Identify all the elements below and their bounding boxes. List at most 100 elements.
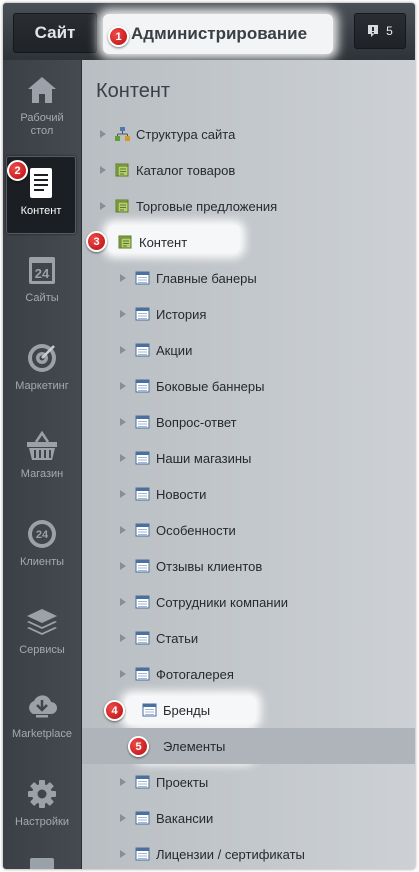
infoblock-icon xyxy=(135,379,150,393)
sidebar-item-sites[interactable]: 24 Сайты xyxy=(3,242,81,322)
infoblock-icon xyxy=(142,703,157,717)
tree-item-label: Новости xyxy=(156,486,207,502)
sidebar-more-icon xyxy=(30,858,54,869)
tree-item[interactable]: Сотрудники компании xyxy=(82,584,415,620)
infoblock-icon xyxy=(135,811,150,825)
infoblock-icon xyxy=(135,523,150,537)
document-icon xyxy=(30,168,52,198)
sidebar-item-label: Клиенты xyxy=(19,556,65,568)
tree-item[interactable]: Проекты xyxy=(82,764,415,800)
infoblock-icon xyxy=(135,451,150,465)
callout-badge: 1 xyxy=(108,26,129,47)
callout-badge: 3 xyxy=(86,231,107,252)
sidebar-item-settings[interactable]: Настройки xyxy=(3,766,81,846)
expand-arrow-icon[interactable] xyxy=(120,346,126,354)
svg-text:24: 24 xyxy=(35,266,50,281)
tree-item[interactable]: Акции xyxy=(82,332,415,368)
notifications-button[interactable]: 5 xyxy=(354,13,406,49)
sidebar-item-label: Сервисы xyxy=(19,644,65,656)
infoblock-icon xyxy=(135,667,150,681)
expand-arrow-icon[interactable] xyxy=(120,598,126,606)
tree-item-label: Боковые баннеры xyxy=(156,378,265,394)
expand-arrow-icon[interactable] xyxy=(120,418,126,426)
tree-item[interactable]: Боковые баннеры xyxy=(82,368,415,404)
sidebar-item-services[interactable]: Сервисы xyxy=(3,594,81,674)
tree-item-label: Главные банеры xyxy=(156,270,257,286)
infoblock-icon xyxy=(135,487,150,501)
page-title: Контент xyxy=(96,80,171,102)
tree-item-label: Сотрудники компании xyxy=(156,594,288,610)
left-sidebar: Рабочий стол Контент 24 Сайты Маркетинг … xyxy=(3,60,82,869)
sidebar-item-marketing[interactable]: Маркетинг xyxy=(3,330,81,410)
notification-icon xyxy=(368,25,379,37)
expand-arrow-icon[interactable] xyxy=(120,562,126,570)
tree-item[interactable]: Новости xyxy=(82,476,415,512)
expand-arrow-icon[interactable] xyxy=(120,634,126,642)
layers-icon xyxy=(27,609,57,635)
infoblock-icon xyxy=(135,595,150,609)
sidebar-item-clients[interactable]: 24 Клиенты xyxy=(3,506,81,586)
expand-arrow-icon[interactable] xyxy=(120,382,126,390)
callout-badge: 4 xyxy=(104,700,125,721)
tree-item[interactable]: Статьи xyxy=(82,620,415,656)
tree-item[interactable]: Бренды xyxy=(82,692,415,728)
tree-item[interactable]: Отзывы клиентов xyxy=(82,548,415,584)
notifications-count: 5 xyxy=(386,24,393,38)
sidebar-item-shop[interactable]: Магазин xyxy=(3,418,81,498)
tree-item[interactable]: Главные банеры xyxy=(82,260,415,296)
expand-arrow-icon[interactable] xyxy=(120,850,126,858)
catalog-icon xyxy=(118,235,132,249)
sidebar-item-label: Рабочий стол xyxy=(20,112,64,137)
expand-arrow-icon[interactable] xyxy=(120,814,126,822)
infoblock-icon xyxy=(135,307,150,321)
tree-item[interactable]: Фотогалерея xyxy=(82,656,415,692)
tree-item-label: Структура сайта xyxy=(136,126,236,142)
tree-item[interactable]: Каталог товаров xyxy=(82,152,415,188)
admin-window: Сайт Администрирование 5 Рабочий стол Ко… xyxy=(3,3,415,869)
tree-item-label: Элементы xyxy=(163,738,226,754)
sidebar-item-marketplace[interactable]: Marketplace xyxy=(3,678,81,758)
target-icon xyxy=(28,344,56,372)
tree-item[interactable]: История xyxy=(82,296,415,332)
expand-arrow-icon[interactable] xyxy=(100,202,106,210)
tree-item-label: Особенности xyxy=(156,522,236,538)
infoblock-icon xyxy=(135,415,150,429)
sidebar-item-desktop[interactable]: Рабочий стол xyxy=(3,62,81,142)
tree-item-label: Проекты xyxy=(156,774,209,790)
tree-item[interactable]: Особенности xyxy=(82,512,415,548)
tree-item[interactable]: Вопрос-ответ xyxy=(82,404,415,440)
tree-item-label: Вопрос-ответ xyxy=(156,414,237,430)
sidebar-item-label: Контент xyxy=(20,205,62,217)
callout-badge: 5 xyxy=(128,736,149,757)
expand-arrow-icon[interactable] xyxy=(120,670,126,678)
infoblock-icon xyxy=(135,847,150,861)
site-tab[interactable]: Сайт xyxy=(13,13,97,53)
tree-item-label: Статьи xyxy=(156,630,199,646)
expand-arrow-icon[interactable] xyxy=(120,310,126,318)
tree-item[interactable]: Наши магазины xyxy=(82,440,415,476)
tree-item[interactable]: Структура сайта xyxy=(82,116,415,152)
expand-arrow-icon[interactable] xyxy=(120,274,126,282)
expand-arrow-icon[interactable] xyxy=(120,454,126,462)
sidebar-item-label: Маркетинг xyxy=(15,380,69,392)
tree-item[interactable]: Вакансии xyxy=(82,800,415,836)
cloud-download-icon xyxy=(29,695,57,718)
house-icon xyxy=(28,77,56,103)
site-structure-icon xyxy=(115,127,130,141)
tree-item-label: Фотогалерея xyxy=(156,666,234,682)
tree-item-label: Контент xyxy=(139,234,188,250)
expand-arrow-icon[interactable] xyxy=(120,526,126,534)
tree-item[interactable]: Контент xyxy=(82,224,415,260)
basket-icon xyxy=(27,430,57,460)
expand-arrow-icon[interactable] xyxy=(100,166,106,174)
tree-item-label: Акции xyxy=(156,342,193,358)
tree-item[interactable]: Торговые предложения xyxy=(82,188,415,224)
expand-arrow-icon[interactable] xyxy=(120,778,126,786)
tree-item[interactable]: Лицензии / сертификаты xyxy=(82,836,415,869)
expand-arrow-icon[interactable] xyxy=(120,490,126,498)
tree-item-label: Отзывы клиентов xyxy=(156,558,263,574)
expand-arrow-icon[interactable] xyxy=(100,130,106,138)
admin-tab[interactable]: Администрирование xyxy=(103,14,333,54)
sidebar-item-label: Сайты xyxy=(25,292,59,304)
tree-item-label: Вакансии xyxy=(156,810,214,826)
